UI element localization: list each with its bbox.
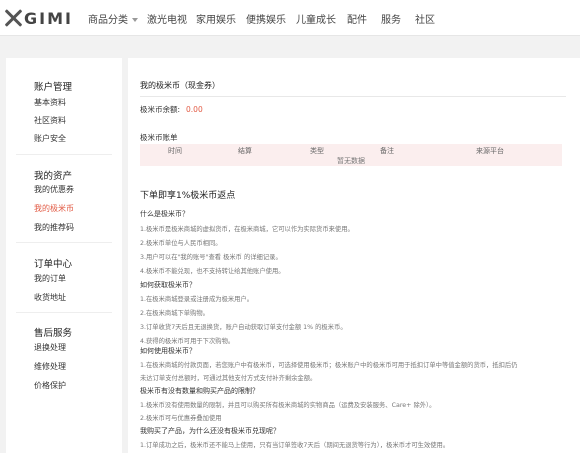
nav-item-home-entertainment[interactable]: 家用娱乐 (196, 11, 236, 26)
sidebar-group-after-sales: 售后服务 (34, 321, 72, 340)
faq-question: 如何获取极米币？ (140, 281, 196, 289)
bill-section-title: 极米币账单 (140, 133, 178, 142)
nav-item-portable-entertainment[interactable]: 便携娱乐 (246, 11, 286, 26)
nav-item-community[interactable]: 社区 (415, 11, 435, 26)
sidebar-item-coupons[interactable]: 我的优惠券 (34, 184, 74, 195)
faq-answer-line: 1.极米币没有使用数量的限制，并且可以购买所有极米商城的实物商品（运费及安装服务… (140, 402, 436, 409)
faq-answer-line: 2.极米币可与优惠券叠加使用 (140, 415, 222, 422)
sidebar-divider (16, 154, 112, 155)
xgimi-logo[interactable]: GIMI (4, 8, 73, 28)
nav-item-kids[interactable]: 儿童成长 (296, 11, 336, 26)
title-divider (140, 96, 566, 97)
faq-answer-line: 4.极米币不能兑现，也不支持转让给其他账户使用。 (140, 268, 285, 275)
faq-answer-line: 4.获得的极米币可用于下次购物。 (140, 338, 235, 345)
balance-value: 0.00 (186, 105, 203, 114)
faq-answer-line: 未达订单支付总额时，可通过其他支付方式支付补齐剩余金额。 (140, 375, 317, 382)
logo-x-mark (4, 9, 23, 27)
sidebar-item-shipping-address[interactable]: 收货地址 (34, 292, 66, 303)
faq-answer-line: 1.订单成功之后，极米币还不能马上使用，只有当订单签收7天后（期间无退货等行为）… (140, 442, 450, 449)
faq-answer-line: 1.在极米商城的付款页面，若您账户中有极米币，可选择使用极米币；极米账户中的极米… (140, 362, 518, 369)
sidebar-group-orders: 订单中心 (34, 252, 72, 271)
faq-question: 极米币有没有数量和购买产品的限制？ (140, 387, 259, 395)
faq-answer-line: 2.在极米商城下单购物。 (140, 310, 209, 317)
sidebar-item-price-protection[interactable]: 价格保护 (34, 380, 66, 391)
table-header-remark: 备注 (380, 147, 394, 155)
sidebar-item-returns[interactable]: 退换处理 (34, 342, 66, 353)
sidebar-item-repairs[interactable]: 维修处理 (34, 361, 66, 372)
faq-answer-line: 3.订单收货7天后且无退换货，账户自动获取订单支付金额 1% 的极米币。 (140, 324, 347, 331)
top-navigation-bar: GIMI 商品分类 激光电视 家用娱乐 便携娱乐 儿童成长 配件 服务 社区 (0, 0, 580, 36)
sidebar-group-assets: 我的资产 (34, 164, 72, 183)
nav-item-accessories[interactable]: 配件 (347, 11, 367, 26)
sidebar-divider (16, 312, 112, 313)
page-title: 我的极米币（现金券） (140, 81, 220, 90)
logo-text: GIMI (24, 8, 73, 28)
faq-answer-line: 1.极米币是极米商城的虚拟货币，在极米商城，它可以作为实际货币来使用。 (140, 226, 354, 233)
sidebar-item-my-orders[interactable]: 我的订单 (34, 273, 66, 284)
nav-item-service[interactable]: 服务 (381, 11, 401, 26)
sidebar-group-title: 订单中心 (34, 259, 73, 270)
sidebar-item-referral-code[interactable]: 我的推荐码 (34, 222, 74, 233)
nav-item-laser-tv[interactable]: 激光电视 (147, 11, 187, 26)
table-header-source-platform: 来源平台 (476, 147, 504, 155)
nav-item-product-categories[interactable]: 商品分类 (88, 11, 138, 26)
chevron-down-icon (132, 18, 138, 22)
sidebar-group-title: 售后服务 (34, 328, 73, 339)
sidebar-item-xgimi-coins[interactable]: 我的极米币 (34, 203, 74, 214)
sidebar-group-title: 我的资产 (34, 171, 73, 182)
faq-answer-line: 2.极米币单位与人民币相同。 (140, 240, 222, 247)
sidebar-item-community-info[interactable]: 社区资料 (34, 115, 66, 126)
table-header-settlement: 结算 (238, 147, 252, 155)
faq-question: 如何使用极米币？ (140, 347, 196, 355)
table-header-time: 时间 (168, 147, 182, 155)
nav-item-label: 商品分类 (88, 15, 128, 26)
sidebar-group-account: 账户管理 (34, 75, 72, 94)
table-header-type: 类型 (310, 147, 324, 155)
table-empty-message: 暂无数据 (337, 157, 365, 165)
faq-answer-line: 3.用户可以在"我的账号"查看 极米币 的详细记录。 (140, 254, 282, 261)
rules-section-title: 下单即享1%极米币返点 (140, 191, 236, 201)
sidebar-group-title: 账户管理 (34, 82, 73, 93)
sidebar-item-basic-info[interactable]: 基本资料 (34, 97, 66, 108)
coin-balance: 极米币余额: 0.00 (140, 104, 203, 115)
sidebar-divider (16, 242, 112, 243)
faq-question: 我购买了产品，为什么还没有极米币兑现呢？ (140, 427, 280, 435)
bill-table: 时间 结算 类型 备注 来源平台 暂无数据 (140, 144, 562, 166)
sidebar-item-account-security[interactable]: 账户安全 (34, 133, 66, 144)
main-content-panel: 我的极米币（现金券） 极米币余额: 0.00 极米币账单 时间 结算 类型 备注 … (128, 58, 580, 453)
faq-question: 什么是极米币？ (140, 210, 189, 218)
faq-answer-line: 1.在极米商城登录或注册成为极米用户。 (140, 296, 254, 303)
account-sidebar: 账户管理 基本资料 社区资料 账户安全 我的资产 我的优惠券 我的极米币 我的推… (6, 58, 122, 453)
balance-label: 极米币余额: (140, 105, 181, 114)
